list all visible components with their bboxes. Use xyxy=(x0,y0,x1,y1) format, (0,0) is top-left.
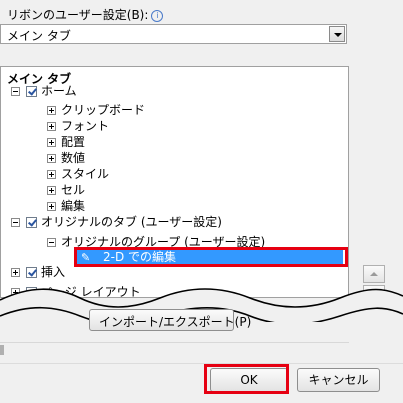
highlight-frame xyxy=(204,364,289,394)
tree-item-insert[interactable]: 挿入 xyxy=(1,265,341,280)
tree-label-insert: 挿入 xyxy=(41,265,66,279)
tree-label-custom-tab: オリジナルのタブ (ユーザー設定) xyxy=(41,215,222,229)
tree-label-group: フォント xyxy=(61,119,110,133)
highlight-frame xyxy=(74,247,348,267)
horizontal-scrollbar[interactable] xyxy=(0,342,349,359)
expand-icon[interactable] xyxy=(47,186,56,195)
expand-icon[interactable] xyxy=(11,268,20,277)
checkbox-checked[interactable] xyxy=(26,86,37,97)
tree-label-group: スタイル xyxy=(61,167,110,181)
checkbox-checked[interactable] xyxy=(26,267,37,278)
expand-icon[interactable] xyxy=(47,106,56,115)
cancel-button[interactable]: キャンセル xyxy=(297,368,380,392)
tree-label-group: セル xyxy=(61,183,86,197)
ribbon-type-value: メイン タブ xyxy=(7,29,71,43)
tree-item-group[interactable]: クリップボード xyxy=(1,103,341,118)
ribbon-type-select[interactable]: メイン タブ xyxy=(0,24,347,44)
customize-ribbon-text: リボンのユーザー設定(B): xyxy=(7,8,149,22)
customize-ribbon-label: リボンのユーザー設定(B): i xyxy=(7,6,164,23)
import-export-label: インポート/エクスポート(P) xyxy=(99,315,252,329)
footer-divider xyxy=(0,363,403,364)
collapse-icon[interactable] xyxy=(47,238,56,247)
tree-label-group: クリップボード xyxy=(61,103,146,117)
info-icon: i xyxy=(151,10,164,22)
tree-item-group[interactable]: 配置 xyxy=(1,135,341,150)
scroll-left-icon[interactable] xyxy=(0,345,4,355)
expand-icon[interactable] xyxy=(47,138,56,147)
checkbox-checked[interactable] xyxy=(26,217,37,228)
tree-item-group[interactable]: セル xyxy=(1,183,341,198)
import-export-button[interactable]: インポート/エクスポート(P) xyxy=(89,309,251,331)
expand-icon[interactable] xyxy=(47,202,56,211)
tree-label-home: ホーム xyxy=(41,84,77,98)
tree-item-group[interactable]: 数値 xyxy=(1,151,341,166)
tree-label-group: 編集 xyxy=(61,199,86,213)
collapse-icon[interactable] xyxy=(11,218,20,227)
collapse-icon[interactable] xyxy=(11,87,20,96)
expand-icon[interactable] xyxy=(47,154,56,163)
chevron-down-icon[interactable] xyxy=(329,26,345,42)
tree-item-group[interactable]: フォント xyxy=(1,119,341,134)
expand-icon[interactable] xyxy=(47,170,56,179)
tree-item-group[interactable]: スタイル xyxy=(1,167,341,182)
tree-label-group: 配置 xyxy=(61,135,86,149)
tree-item-home[interactable]: ホーム xyxy=(1,84,341,99)
tree-label-group: 数値 xyxy=(61,151,86,165)
expand-icon[interactable] xyxy=(47,122,56,131)
tree-item-custom-tab[interactable]: オリジナルのタブ (ユーザー設定) xyxy=(1,215,341,230)
tree-item-group[interactable]: 編集 xyxy=(1,199,341,214)
